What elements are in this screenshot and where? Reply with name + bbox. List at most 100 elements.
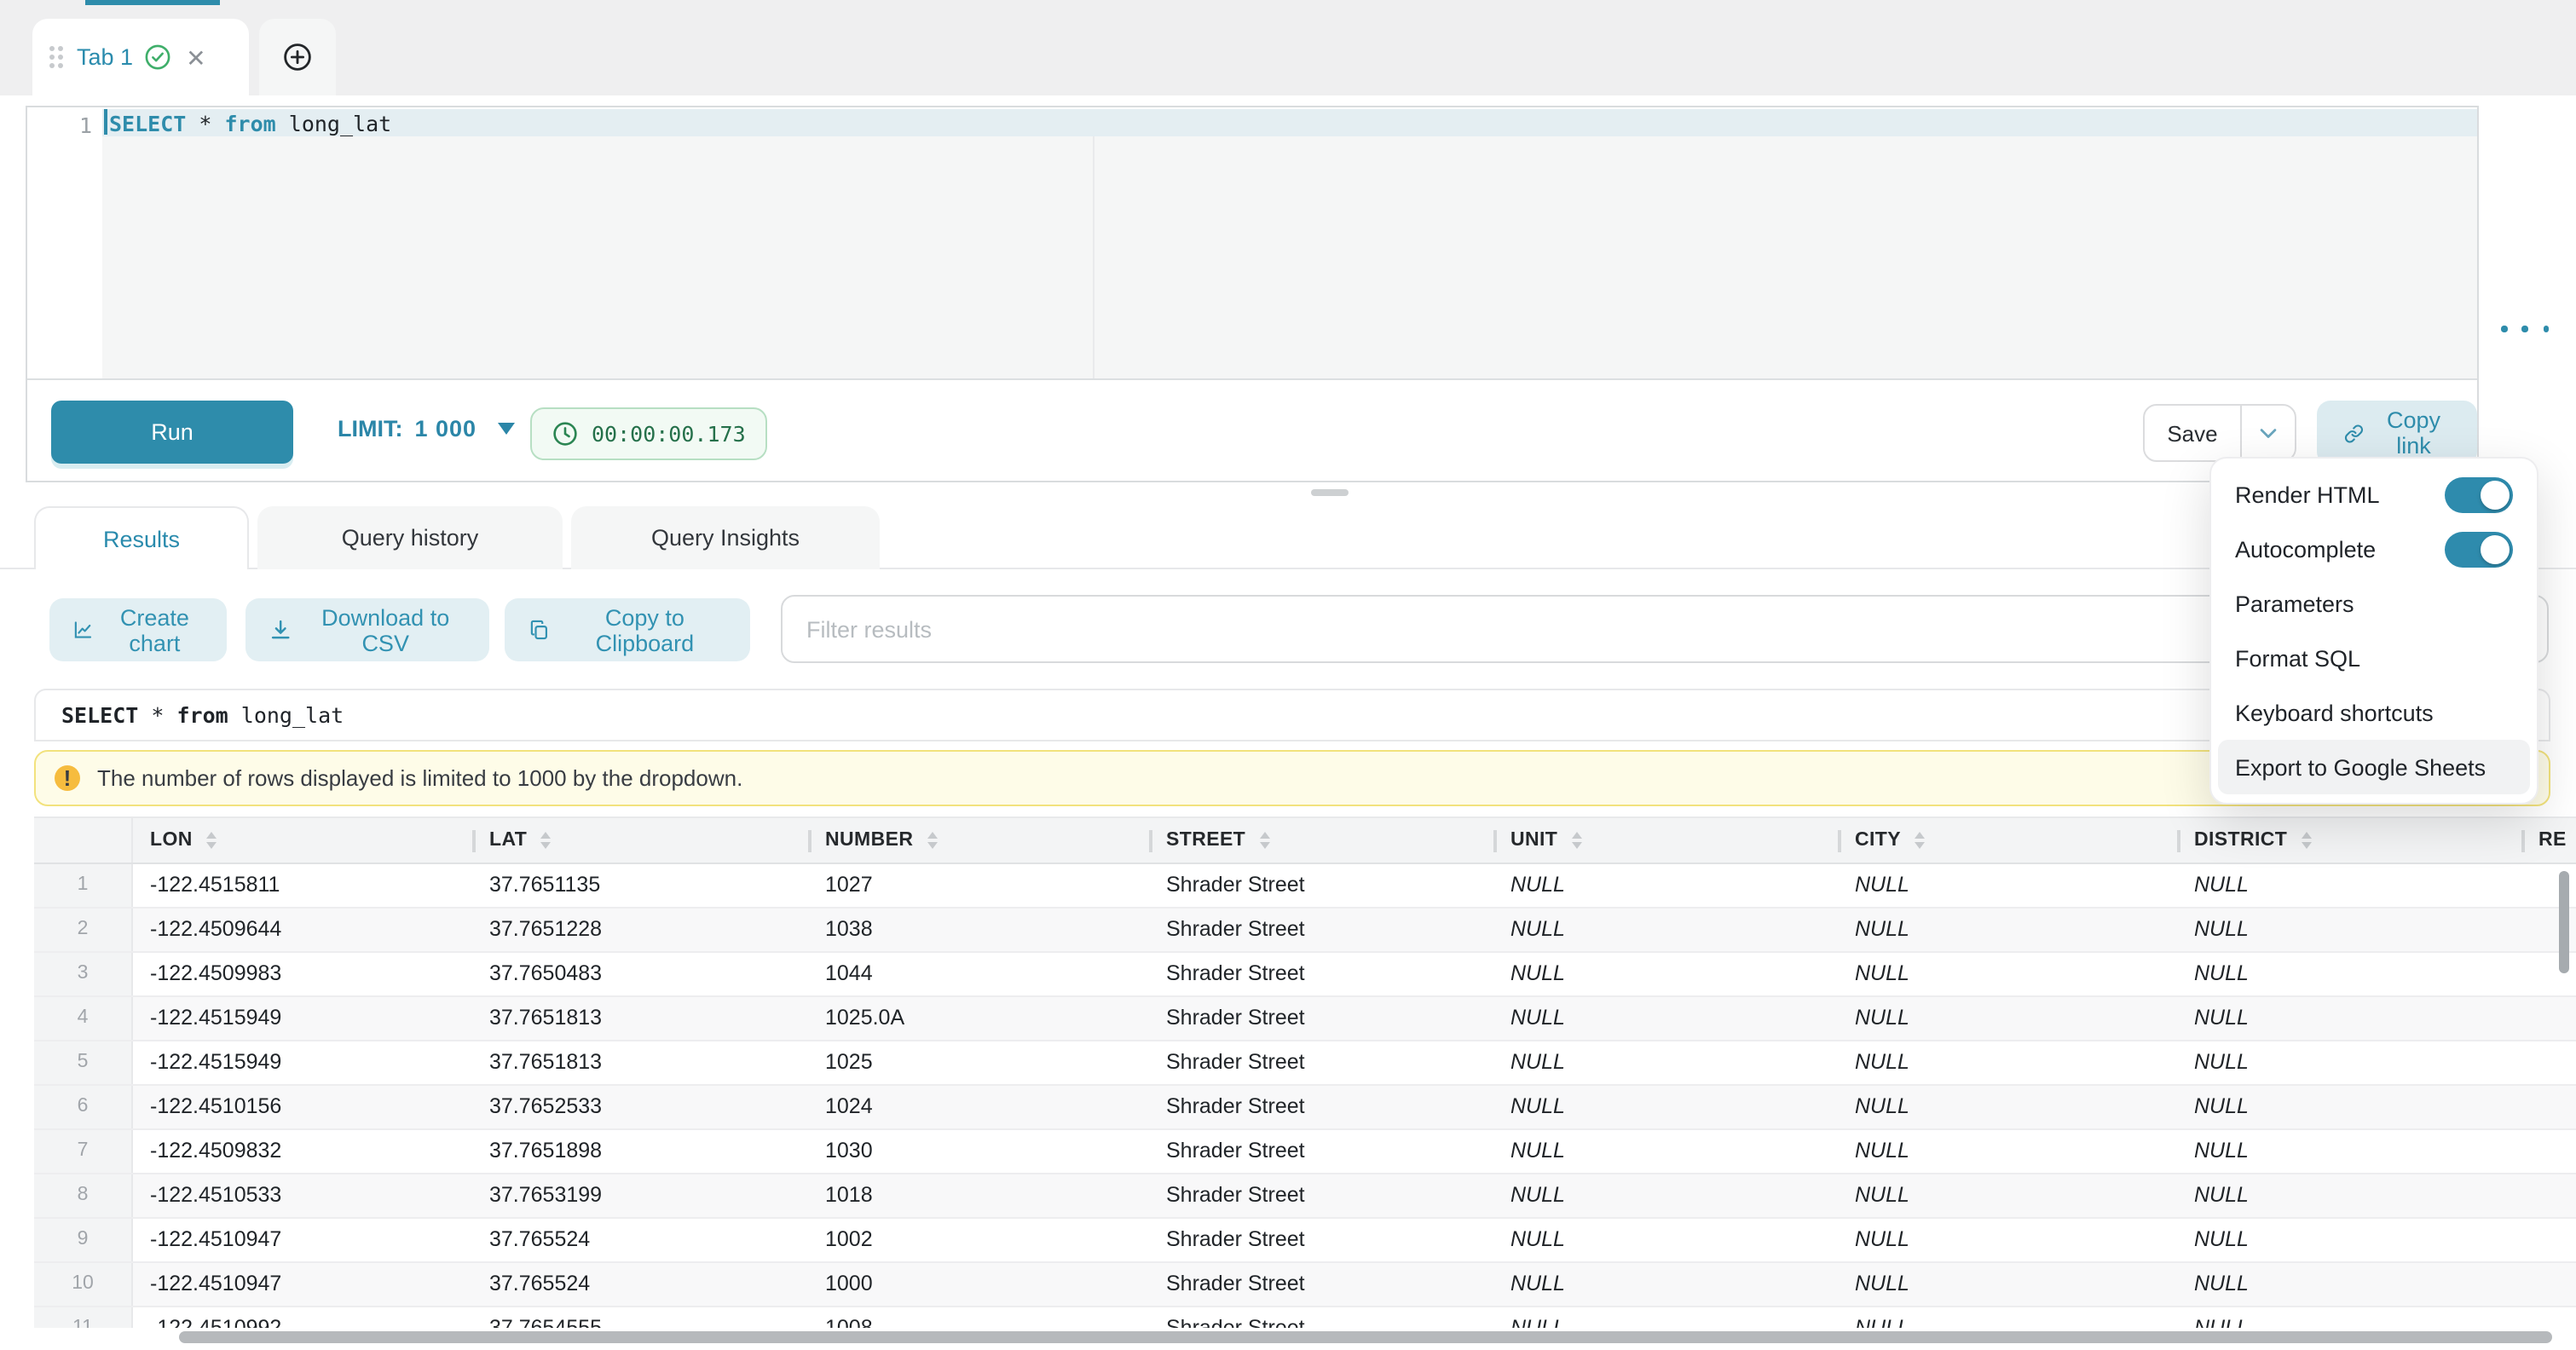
copy-icon	[528, 617, 550, 643]
query-editor-panel: 1 SELECT * from long_lat Run LIMIT: 1 00…	[26, 106, 2479, 482]
row-number: 10	[34, 1263, 133, 1306]
run-button[interactable]: Run	[51, 401, 293, 464]
line-number: 1	[27, 112, 92, 138]
column-header-city[interactable]: CITY	[1838, 818, 2177, 862]
link-icon	[2344, 420, 2364, 446]
row-number: 4	[34, 997, 133, 1040]
row-number: 8	[34, 1174, 133, 1217]
tab-results[interactable]: Results	[34, 506, 249, 569]
menu-item-parameters[interactable]: Parameters	[2218, 576, 2530, 631]
query-success-icon	[145, 44, 170, 70]
copy-to-clipboard-button[interactable]: Copy to Clipboard	[505, 598, 750, 661]
row-number: 5	[34, 1041, 133, 1084]
row-limit-banner: ! The number of rows displayed is limite…	[34, 750, 2550, 806]
sort-icon	[206, 832, 217, 849]
row-number: 3	[34, 953, 133, 995]
column-header-lon[interactable]: LON	[133, 818, 472, 862]
sort-icon	[2301, 832, 2311, 849]
column-header-re[interactable]: RE	[2521, 818, 2576, 862]
close-tab-icon[interactable]: ✕	[186, 45, 205, 69]
table-row[interactable]: 3 -122.4509983 37.7650483 1044 Shrader S…	[34, 953, 2576, 997]
query-duration-badge: 00:00:00.173	[530, 407, 768, 460]
table-row[interactable]: 6 -122.4510156 37.7652533 1024 Shrader S…	[34, 1086, 2576, 1130]
column-header-number[interactable]: NUMBER	[808, 818, 1149, 862]
banner-text: The number of rows displayed is limited …	[97, 765, 742, 791]
column-resize-handle[interactable]	[808, 830, 811, 852]
column-header-unit[interactable]: UNIT	[1493, 818, 1838, 862]
save-split-button: Save	[2143, 404, 2296, 462]
more-options-menu: Render HTML Autocomplete Parameters Form…	[2209, 457, 2538, 805]
tab-query-insights[interactable]: Query Insights	[571, 506, 880, 569]
sql-code-line[interactable]: SELECT * from long_lat	[109, 111, 391, 136]
menu-item-autocomplete[interactable]: Autocomplete	[2218, 522, 2530, 576]
column-resize-handle[interactable]	[2177, 830, 2180, 852]
column-resize-handle[interactable]	[1493, 830, 1497, 852]
sort-icon	[1259, 832, 1269, 849]
download-csv-button[interactable]: Download to CSV	[245, 598, 489, 661]
warning-icon: !	[55, 765, 80, 791]
save-button[interactable]: Save	[2145, 406, 2240, 460]
editor-empty-area[interactable]	[102, 136, 2477, 378]
chevron-down-icon	[497, 423, 514, 435]
panel-resize-handle[interactable]	[1311, 489, 1349, 496]
executed-sql-bar: SELECT * from long_lat	[34, 689, 2550, 741]
editor-gutter: 1	[27, 107, 102, 378]
drag-handle-icon[interactable]	[49, 45, 63, 69]
row-number: 7	[34, 1130, 133, 1173]
table-row[interactable]: 7 -122.4509832 37.7651898 1030 Shrader S…	[34, 1130, 2576, 1174]
tab-query-history[interactable]: Query history	[257, 506, 563, 569]
table-body: 1 -122.4515811 37.7651135 1027 Shrader S…	[34, 864, 2576, 1350]
table-row[interactable]: 5 -122.4515949 37.7651813 1025 Shrader S…	[34, 1041, 2576, 1086]
create-chart-button[interactable]: Create chart	[49, 598, 227, 661]
vertical-scrollbar[interactable]	[2559, 871, 2569, 973]
column-resize-handle[interactable]	[1149, 830, 1152, 852]
more-options-button[interactable]	[2501, 317, 2549, 341]
render-html-toggle[interactable]	[2445, 476, 2513, 512]
column-resize-handle[interactable]	[472, 830, 476, 852]
download-icon	[269, 617, 292, 643]
query-duration: 00:00:00.173	[592, 421, 746, 447]
table-row[interactable]: 4 -122.4515949 37.7651813 1025.0A Shrade…	[34, 997, 2576, 1041]
editor-pane-divider	[1093, 136, 1095, 378]
column-header-lat[interactable]: LAT	[472, 818, 808, 862]
sql-editor-app: Tab 1 ✕ 1 SELECT * from long_lat Run LIM…	[0, 0, 2576, 1350]
chevron-down-icon	[2259, 427, 2278, 439]
table-row[interactable]: 8 -122.4510533 37.7653199 1018 Shrader S…	[34, 1174, 2576, 1219]
new-tab-button[interactable]	[259, 19, 336, 95]
sort-icon	[927, 832, 937, 849]
copy-link-button[interactable]: Copy link	[2317, 401, 2477, 465]
autocomplete-toggle[interactable]	[2445, 531, 2513, 567]
column-header-street[interactable]: STREET	[1149, 818, 1493, 862]
sort-icon	[1915, 832, 1925, 849]
table-header-row: LON LAT NUMBER STREET UNIT CITY DISTRICT…	[34, 816, 2576, 864]
menu-item-format-sql[interactable]: Format SQL	[2218, 631, 2530, 685]
column-resize-handle[interactable]	[2521, 830, 2525, 852]
tab-query-1[interactable]: Tab 1 ✕	[32, 19, 249, 95]
clock-icon	[552, 421, 578, 447]
chart-icon	[73, 617, 93, 643]
editor-divider	[27, 378, 2477, 380]
limit-dropdown[interactable]: LIMIT: 1 000	[338, 416, 514, 441]
table-row[interactable]: 1 -122.4515811 37.7651135 1027 Shrader S…	[34, 864, 2576, 909]
save-options-button[interactable]	[2240, 406, 2295, 460]
menu-item-render-html[interactable]: Render HTML	[2218, 467, 2530, 522]
table-row[interactable]: 9 -122.4510947 37.765524 1002 Shrader St…	[34, 1219, 2576, 1263]
row-number: 9	[34, 1219, 133, 1261]
row-number: 2	[34, 909, 133, 951]
tab-title: Tab 1	[77, 44, 133, 70]
menu-item-export-google-sheets[interactable]: Export to Google Sheets	[2218, 740, 2530, 794]
row-number: 1	[34, 864, 133, 907]
table-row[interactable]: 10 -122.4510947 37.765524 1000 Shrader S…	[34, 1263, 2576, 1307]
results-table: LON LAT NUMBER STREET UNIT CITY DISTRICT…	[34, 816, 2576, 1350]
table-row[interactable]: 2 -122.4509644 37.7651228 1038 Shrader S…	[34, 909, 2576, 953]
column-header-district[interactable]: DISTRICT	[2177, 818, 2521, 862]
active-tab-indicator	[85, 0, 220, 5]
tab-bar: Tab 1 ✕	[0, 0, 2576, 95]
sort-icon	[540, 832, 551, 849]
menu-item-keyboard-shortcuts[interactable]: Keyboard shortcuts	[2218, 685, 2530, 740]
plus-circle-icon	[283, 43, 312, 72]
row-number-header	[34, 818, 133, 862]
row-number: 6	[34, 1086, 133, 1128]
horizontal-scrollbar[interactable]	[179, 1331, 2552, 1343]
column-resize-handle[interactable]	[1838, 830, 1841, 852]
